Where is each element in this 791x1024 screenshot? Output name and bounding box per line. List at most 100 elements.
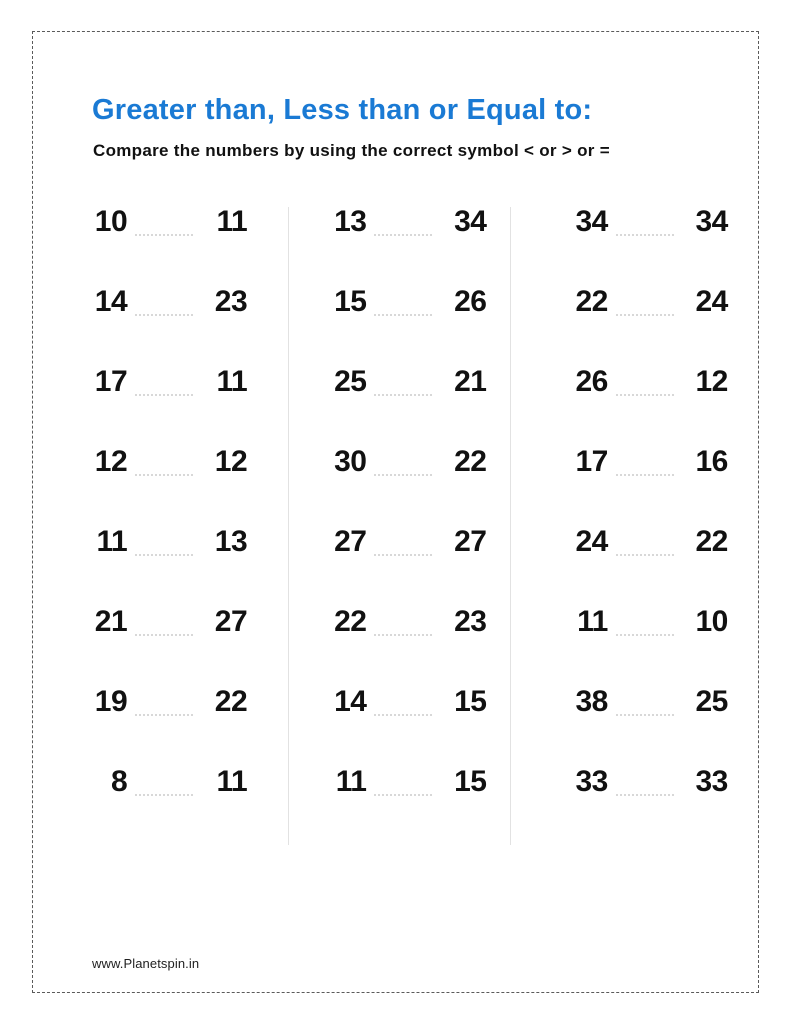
right-number: 27 (454, 525, 487, 558)
left-number: 17 (575, 445, 608, 478)
answer-blank-line (615, 794, 674, 796)
left-number: 13 (334, 205, 367, 238)
problem-row: 15 26 (274, 287, 516, 367)
answer-blank-line (135, 714, 194, 716)
left-number: 19 (94, 685, 128, 718)
answer-blank-line (374, 314, 433, 316)
answer-blank-line (135, 474, 194, 476)
problem-column-1: 10 11 14 23 17 11 12 12 11 13 21 27 19 2… (32, 207, 274, 847)
answer-blank[interactable] (366, 367, 440, 397)
answer-blank-line (615, 474, 674, 476)
problem-row: 25 21 (274, 367, 516, 447)
right-number: 23 (454, 605, 487, 638)
problem-row: 30 22 (274, 447, 516, 527)
left-number: 11 (335, 765, 367, 798)
right-number: 21 (454, 365, 487, 398)
problem-row: 22 24 (517, 287, 759, 367)
problem-row: 11 15 (274, 767, 516, 847)
right-number: 15 (454, 685, 487, 718)
answer-blank-line (374, 794, 433, 796)
answer-blank[interactable] (608, 767, 682, 797)
right-number: 34 (695, 205, 728, 238)
right-number: 13 (214, 525, 248, 558)
answer-blank-line (374, 634, 433, 636)
answer-blank[interactable] (608, 367, 682, 397)
answer-blank[interactable] (366, 287, 440, 317)
answer-blank[interactable] (127, 767, 201, 797)
right-number: 24 (695, 285, 728, 318)
answer-blank[interactable] (608, 447, 682, 477)
right-number: 11 (216, 765, 248, 798)
problem-row: 11 10 (517, 607, 759, 687)
left-number: 11 (577, 605, 608, 638)
problem-row: 26 12 (517, 367, 759, 447)
right-number: 12 (695, 365, 728, 398)
right-number: 22 (214, 685, 248, 718)
answer-blank[interactable] (608, 207, 682, 237)
right-number: 23 (214, 285, 248, 318)
answer-blank-line (135, 314, 194, 316)
left-number: 11 (96, 525, 128, 558)
problem-row: 10 11 (32, 207, 274, 287)
answer-blank[interactable] (127, 287, 201, 317)
left-number: 25 (334, 365, 367, 398)
right-number: 33 (695, 765, 728, 798)
answer-blank-line (135, 794, 194, 796)
problem-row: 12 12 (32, 447, 274, 527)
answer-blank-line (374, 554, 433, 556)
problem-row: 24 22 (517, 527, 759, 607)
left-number: 34 (575, 205, 608, 238)
left-number: 33 (575, 765, 608, 798)
left-number: 12 (94, 445, 128, 478)
right-number: 34 (454, 205, 487, 238)
left-number: 24 (575, 525, 608, 558)
answer-blank[interactable] (608, 527, 682, 557)
answer-blank-line (135, 554, 194, 556)
answer-blank[interactable] (366, 527, 440, 557)
answer-blank-line (374, 234, 433, 236)
page-title: Greater than, Less than or Equal to: (92, 94, 593, 126)
answer-blank[interactable] (608, 607, 682, 637)
answer-blank-line (615, 234, 674, 236)
problem-column-2: 13 34 15 26 25 21 30 22 27 27 22 23 14 1… (274, 207, 516, 847)
worksheet-page: Greater than, Less than or Equal to: Com… (0, 0, 791, 1024)
right-number: 27 (214, 605, 248, 638)
answer-blank[interactable] (608, 687, 682, 717)
answer-blank[interactable] (127, 447, 201, 477)
right-number: 15 (454, 765, 487, 798)
answer-blank[interactable] (366, 447, 440, 477)
left-number: 26 (575, 365, 608, 398)
problem-row: 14 15 (274, 687, 516, 767)
answer-blank[interactable] (127, 607, 201, 637)
answer-blank[interactable] (366, 687, 440, 717)
answer-blank-line (135, 234, 194, 236)
left-number: 15 (334, 285, 367, 318)
answer-blank-line (135, 634, 194, 636)
right-number: 12 (214, 445, 248, 478)
answer-blank[interactable] (366, 607, 440, 637)
answer-blank[interactable] (608, 287, 682, 317)
instruction-text: Compare the numbers by using the correct… (93, 141, 610, 160)
answer-blank[interactable] (366, 207, 440, 237)
answer-blank-line (374, 474, 433, 476)
answer-blank-line (615, 554, 674, 556)
problem-row: 34 34 (517, 207, 759, 287)
answer-blank[interactable] (366, 767, 440, 797)
footer-url: www.Planetspin.in (92, 956, 200, 971)
answer-blank[interactable] (127, 687, 201, 717)
answer-blank-line (374, 394, 433, 396)
answer-blank[interactable] (127, 527, 201, 557)
right-number: 25 (695, 685, 728, 718)
right-number: 22 (695, 525, 728, 558)
problem-row: 11 13 (32, 527, 274, 607)
left-number: 22 (575, 285, 608, 318)
problem-row: 19 22 (32, 687, 274, 767)
problem-row: 21 27 (32, 607, 274, 687)
right-number: 10 (695, 605, 728, 638)
right-number: 26 (454, 285, 487, 318)
answer-blank[interactable] (127, 207, 201, 237)
problem-row: 14 23 (32, 287, 274, 367)
problem-row: 33 33 (517, 767, 759, 847)
answer-blank[interactable] (127, 367, 201, 397)
left-number: 14 (334, 685, 367, 718)
